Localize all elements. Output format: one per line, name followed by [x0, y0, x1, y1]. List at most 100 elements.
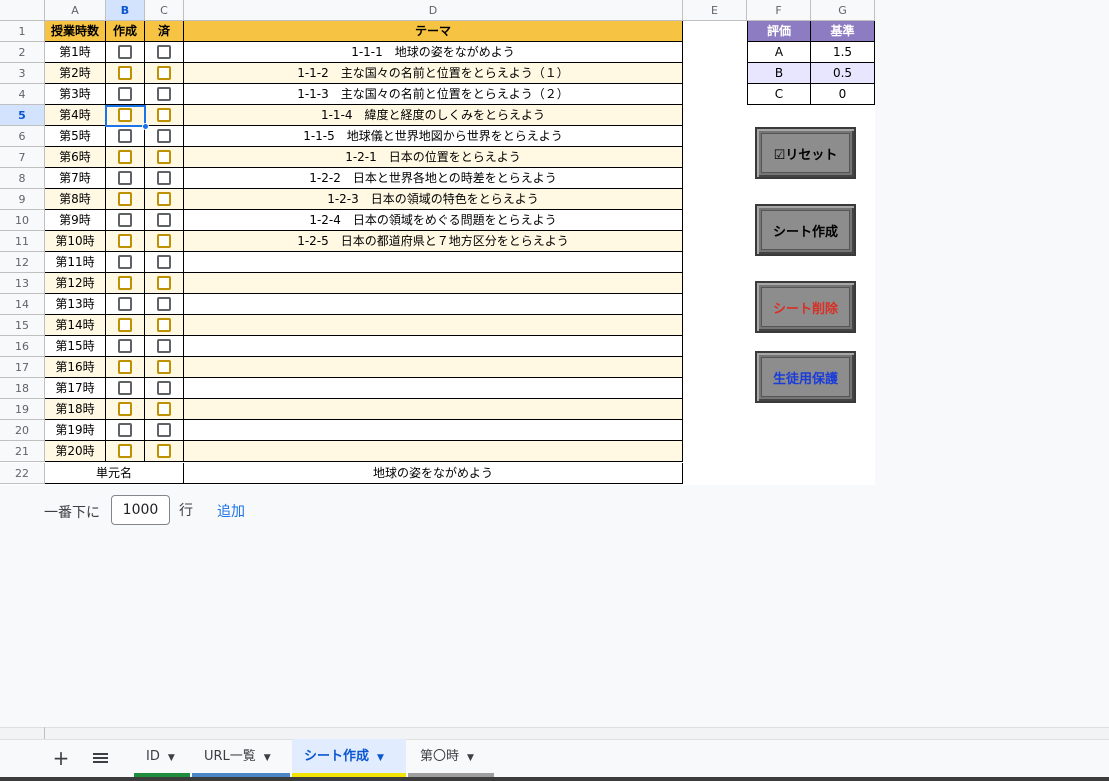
- tab-menu-icon[interactable]: ▼: [377, 753, 384, 763]
- theme-cell[interactable]: 1-1-5 地球儀と世界地図から世界をとらえよう: [184, 126, 683, 147]
- theme-cell[interactable]: [184, 378, 683, 399]
- criteria-header-grade[interactable]: 評価: [747, 21, 811, 42]
- created-checkbox[interactable]: [118, 213, 132, 227]
- delete-sheet-button[interactable]: シート削除: [755, 281, 856, 333]
- theme-cell[interactable]: 1-2-4 日本の領域をめぐる問題をとらえよう: [184, 210, 683, 231]
- done-checkbox[interactable]: [157, 297, 171, 311]
- all-sheets-menu-icon[interactable]: [93, 753, 108, 763]
- criteria-value-a[interactable]: 1.5: [811, 42, 875, 63]
- done-checkbox[interactable]: [157, 108, 171, 122]
- criteria-grade-b[interactable]: B: [747, 63, 811, 84]
- add-rows-button[interactable]: 追加: [217, 501, 245, 521]
- done-checkbox[interactable]: [157, 276, 171, 290]
- lesson-number-cell[interactable]: 第18時: [45, 399, 106, 420]
- lesson-number-cell[interactable]: 第20時: [45, 441, 106, 462]
- done-checkbox[interactable]: [157, 255, 171, 269]
- lesson-number-cell[interactable]: 第10時: [45, 231, 106, 252]
- done-checkbox[interactable]: [157, 192, 171, 206]
- theme-cell[interactable]: [184, 420, 683, 441]
- theme-cell[interactable]: 1-1-4 緯度と経度のしくみをとらえよう: [184, 105, 683, 126]
- lesson-number-cell[interactable]: 第7時: [45, 168, 106, 189]
- row-header[interactable]: 22: [0, 463, 45, 484]
- theme-cell[interactable]: 1-2-2 日本と世界各地との時差をとらえよう: [184, 168, 683, 189]
- theme-cell[interactable]: 1-1-2 主な国々の名前と位置をとらえよう（１）: [184, 63, 683, 84]
- lesson-number-cell[interactable]: 第2時: [45, 63, 106, 84]
- created-checkbox[interactable]: [118, 129, 132, 143]
- criteria-grade-c[interactable]: C: [747, 84, 811, 105]
- create-sheet-button[interactable]: シート作成: [755, 204, 856, 256]
- lesson-number-cell[interactable]: 第13時: [45, 294, 106, 315]
- done-checkbox[interactable]: [157, 87, 171, 101]
- theme-cell[interactable]: 1-2-5 日本の都道府県と７地方区分をとらえよう: [184, 231, 683, 252]
- created-checkbox[interactable]: [118, 45, 132, 59]
- done-checkbox[interactable]: [157, 150, 171, 164]
- created-checkbox[interactable]: [118, 87, 132, 101]
- theme-cell[interactable]: [184, 399, 683, 420]
- lesson-number-cell[interactable]: 第9時: [45, 210, 106, 231]
- row-header[interactable]: 8: [0, 168, 45, 189]
- created-checkbox[interactable]: [118, 171, 132, 185]
- row-header[interactable]: 1: [0, 21, 45, 42]
- row-header[interactable]: 16: [0, 336, 45, 357]
- criteria-value-b[interactable]: 0.5: [811, 63, 875, 84]
- created-checkbox[interactable]: [118, 150, 132, 164]
- row-header[interactable]: 7: [0, 147, 45, 168]
- header-created[interactable]: 作成: [106, 21, 145, 42]
- select-all-corner[interactable]: [0, 0, 45, 21]
- row-header[interactable]: 17: [0, 357, 45, 378]
- tab-menu-icon[interactable]: ▼: [467, 753, 474, 763]
- criteria-header-basis[interactable]: 基準: [811, 21, 875, 42]
- lesson-number-cell[interactable]: 第17時: [45, 378, 106, 399]
- lesson-number-cell[interactable]: 第19時: [45, 420, 106, 441]
- horizontal-scrollbar[interactable]: [0, 727, 1109, 739]
- done-checkbox[interactable]: [157, 129, 171, 143]
- add-rows-count-input[interactable]: 1000: [111, 495, 170, 525]
- row-header[interactable]: 6: [0, 126, 45, 147]
- done-checkbox[interactable]: [157, 381, 171, 395]
- lesson-number-cell[interactable]: 第16時: [45, 357, 106, 378]
- theme-cell[interactable]: 1-2-1 日本の位置をとらえよう: [184, 147, 683, 168]
- created-checkbox[interactable]: [118, 360, 132, 374]
- fill-handle[interactable]: [142, 123, 149, 130]
- tab-create-sheet[interactable]: シート作成 ▼: [292, 739, 406, 777]
- done-checkbox[interactable]: [157, 45, 171, 59]
- row-header[interactable]: 9: [0, 189, 45, 210]
- lesson-number-cell[interactable]: 第11時: [45, 252, 106, 273]
- done-checkbox[interactable]: [157, 171, 171, 185]
- row-header[interactable]: 4: [0, 84, 45, 105]
- row-header[interactable]: 10: [0, 210, 45, 231]
- created-checkbox[interactable]: [118, 234, 132, 248]
- unit-label[interactable]: 単元名: [45, 463, 184, 484]
- row-header[interactable]: 18: [0, 378, 45, 399]
- row-header[interactable]: 5: [0, 105, 45, 126]
- done-checkbox[interactable]: [157, 360, 171, 374]
- done-checkbox[interactable]: [157, 66, 171, 80]
- row-header[interactable]: 12: [0, 252, 45, 273]
- lesson-number-cell[interactable]: 第6時: [45, 147, 106, 168]
- lesson-number-cell[interactable]: 第5時: [45, 126, 106, 147]
- header-lessons[interactable]: 授業時数: [45, 21, 106, 42]
- protect-sheet-button[interactable]: 生徒用保護: [755, 351, 856, 403]
- created-checkbox[interactable]: [118, 402, 132, 416]
- header-theme[interactable]: テーマ: [184, 21, 683, 42]
- header-done[interactable]: 済: [145, 21, 184, 42]
- row-header[interactable]: 15: [0, 315, 45, 336]
- add-sheet-icon[interactable]: +: [52, 746, 70, 770]
- tab-url-list[interactable]: URL一覧 ▼: [192, 739, 290, 777]
- lesson-number-cell[interactable]: 第3時: [45, 84, 106, 105]
- theme-cell[interactable]: [184, 336, 683, 357]
- column-header-d[interactable]: D: [184, 0, 683, 21]
- column-header-b[interactable]: B: [106, 0, 145, 21]
- done-checkbox[interactable]: [157, 213, 171, 227]
- row-header[interactable]: 20: [0, 420, 45, 441]
- created-checkbox[interactable]: [118, 381, 132, 395]
- criteria-value-c[interactable]: 0: [811, 84, 875, 105]
- tab-id[interactable]: ID ▼: [134, 739, 190, 777]
- created-checkbox[interactable]: [118, 297, 132, 311]
- theme-cell[interactable]: [184, 294, 683, 315]
- criteria-grade-a[interactable]: A: [747, 42, 811, 63]
- theme-cell[interactable]: [184, 252, 683, 273]
- done-checkbox[interactable]: [157, 318, 171, 332]
- row-header[interactable]: 2: [0, 42, 45, 63]
- theme-cell[interactable]: [184, 315, 683, 336]
